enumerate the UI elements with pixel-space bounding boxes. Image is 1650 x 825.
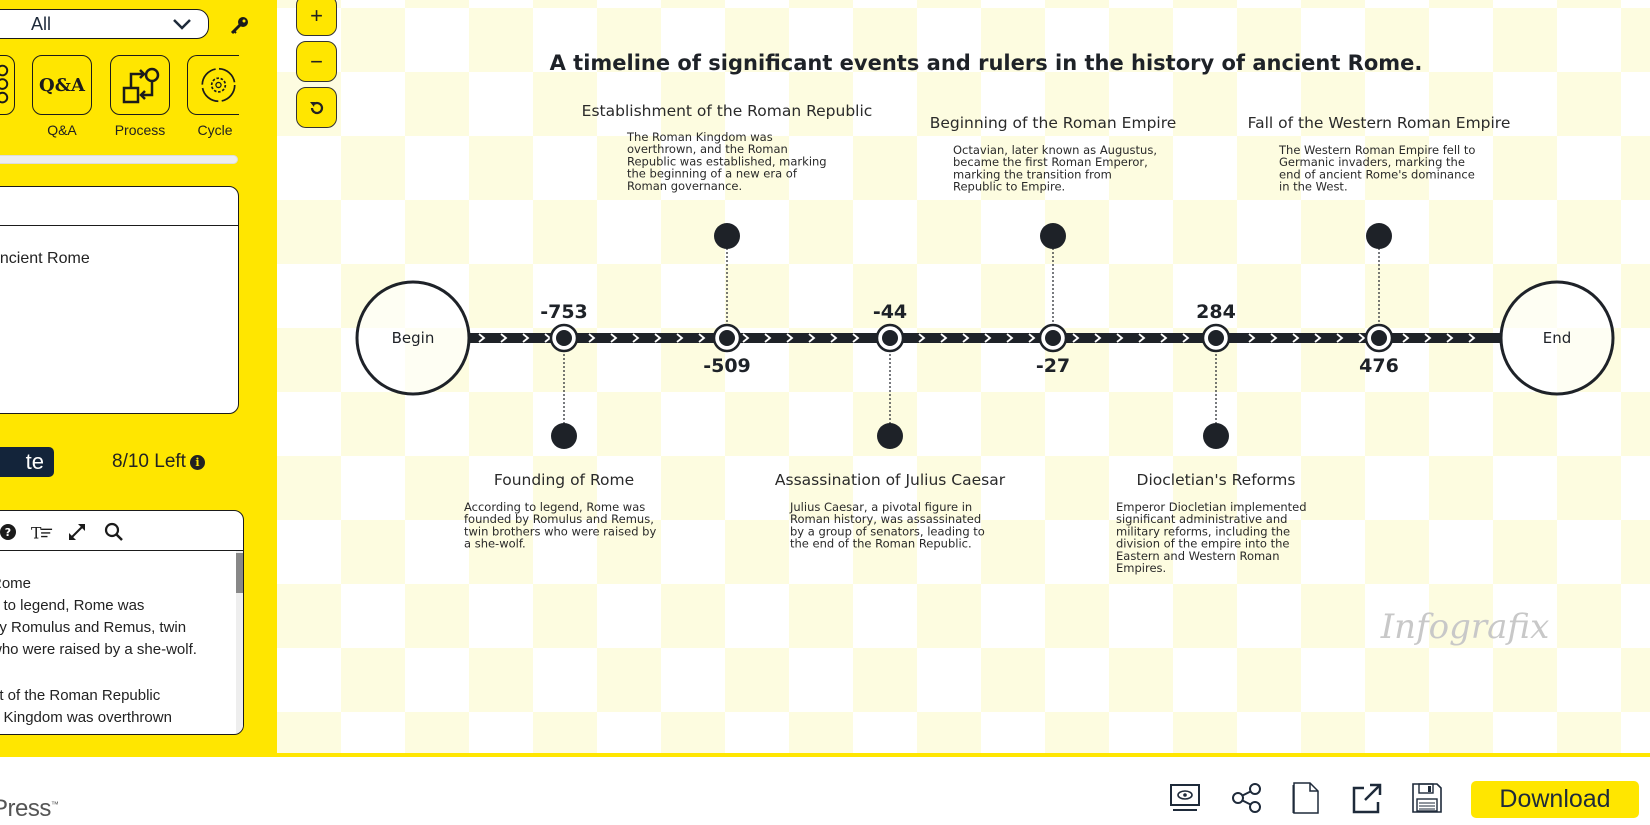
share-icon [1232, 783, 1261, 813]
text-editor: ? T Rome g to legend, Rome was by Romulu… [0, 510, 244, 735]
event-year: 476 [1359, 355, 1399, 377]
search-icon[interactable] [103, 521, 125, 543]
chevron-down-icon [173, 19, 191, 30]
editor-line: Rome [0, 575, 32, 592]
generate-label: te [25, 449, 44, 474]
help-icon[interactable]: ? [0, 521, 19, 543]
expand-icon[interactable] [66, 521, 88, 543]
template-list-button[interactable] [0, 55, 15, 115]
template-scrollbar[interactable] [0, 155, 238, 164]
prompt-text[interactable]: ancient Rome [0, 250, 90, 268]
timeline-chart: A timeline of significant events and rul… [355, 51, 1615, 647]
event-node-dot [1208, 330, 1224, 346]
svg-text:?: ? [5, 526, 11, 539]
event-node-dot [1371, 330, 1387, 346]
event-marker-dot [1203, 423, 1229, 449]
preview-icon [1170, 784, 1200, 811]
share-button[interactable] [1230, 781, 1264, 815]
filter-value: All [31, 13, 52, 34]
event-node-dot [1045, 330, 1061, 346]
preview-button[interactable] [1168, 781, 1202, 815]
event-title: Beginning of the Roman Empire [930, 114, 1177, 132]
event-year: -753 [540, 301, 588, 323]
open-external-button[interactable] [1350, 781, 1384, 815]
editor-line: nt of the Roman Republic [0, 687, 161, 704]
download-button[interactable]: Download [1471, 781, 1639, 818]
list-icon [0, 64, 9, 104]
template-qa-button[interactable]: Q&A [32, 55, 92, 115]
event-node-dot [719, 330, 735, 346]
event-title: Founding of Rome [494, 471, 634, 489]
event-marker-dot [1366, 223, 1392, 249]
template-cycle-button[interactable] [187, 55, 239, 115]
event-marker-dot [551, 423, 577, 449]
watermark: Infografix [1380, 607, 1550, 647]
event-description-line: Roman governance. [627, 179, 742, 193]
event-node-dot [556, 330, 572, 346]
external-link-icon [1352, 783, 1382, 814]
save-button[interactable] [1410, 781, 1444, 815]
event-title: Establishment of the Roman Republic [582, 102, 873, 120]
event-description-line: Empires. [1116, 561, 1166, 575]
key-icon[interactable] [229, 14, 251, 36]
event-description-line: Republic to Empire. [953, 180, 1065, 194]
text-format-icon[interactable]: T [31, 521, 53, 543]
brand-logo: Press™ [0, 795, 59, 823]
process-icon [122, 67, 160, 104]
event-description-line: a she-wolf. [464, 537, 526, 551]
filter-dropdown[interactable]: All [0, 9, 209, 39]
copy-button[interactable] [1289, 781, 1323, 815]
credits-text: 8/10 Left [112, 451, 186, 472]
editor-line: n Kingdom was overthrown [0, 709, 172, 726]
brand-text: Press [0, 795, 51, 822]
event-marker-dot [1040, 223, 1066, 249]
left-panel: All Q&A Q&A Process Cycle ancient Rome t… [0, 0, 277, 757]
info-icon[interactable]: i [189, 454, 205, 470]
editor-toolbar: ? T [0, 511, 243, 551]
prompt-input[interactable]: ancient Rome [0, 186, 239, 414]
event-node-dot [882, 330, 898, 346]
generate-button[interactable]: te [0, 447, 54, 477]
bottom-bar: Press™ Download [0, 757, 1650, 825]
event-year: -27 [1036, 355, 1070, 377]
save-icon [1412, 783, 1442, 813]
event-marker-dot [877, 423, 903, 449]
editor-line: g to legend, Rome was [0, 597, 145, 614]
template-cycle-label: Cycle [197, 122, 233, 138]
event-title: Diocletian's Reforms [1137, 471, 1296, 489]
event-year: -44 [873, 301, 907, 323]
template-process-button[interactable] [110, 55, 170, 115]
editor-content[interactable]: Rome g to legend, Rome was by Romulus an… [0, 551, 235, 729]
event-year: -509 [703, 355, 751, 377]
event-description-line: in the West. [1279, 180, 1348, 194]
svg-text:T: T [31, 524, 42, 542]
qa-icon: Q&A [39, 74, 85, 96]
event-description-line: the end of the Roman Republic. [790, 537, 972, 551]
prompt-header [0, 187, 238, 226]
editor-line: who were raised by a she-wolf. [0, 641, 197, 658]
event-year: 284 [1196, 301, 1236, 323]
editor-scroll-thumb[interactable] [236, 553, 243, 593]
template-qa-label: Q&A [47, 122, 77, 138]
end-label: End [1543, 329, 1572, 347]
begin-label: Begin [392, 329, 435, 347]
chart-title: A timeline of significant events and rul… [550, 51, 1423, 75]
event-marker-dot [714, 223, 740, 249]
editor-line: by Romulus and Remus, twin [0, 619, 187, 636]
event-title: Assassination of Julius Caesar [775, 471, 1006, 489]
document-icon [1292, 782, 1319, 814]
credits-remaining: 8/10 Left i [112, 451, 205, 473]
template-process-label: Process [114, 122, 166, 138]
cycle-icon [201, 67, 236, 103]
infographic-canvas: + − A timeline of significant events and… [277, 0, 1650, 757]
event-title: Fall of the Western Roman Empire [1248, 114, 1511, 132]
